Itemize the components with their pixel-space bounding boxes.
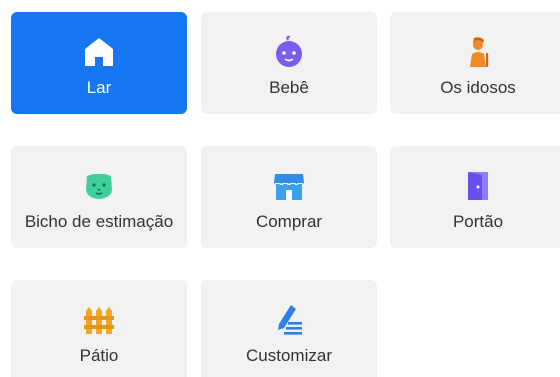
- tile-bebe[interactable]: Bebê: [201, 12, 377, 114]
- door-icon: [460, 168, 496, 204]
- tile-label: Os idosos: [440, 78, 516, 97]
- tile-patio[interactable]: Pátio: [11, 280, 187, 377]
- pen-edit-icon: [271, 302, 307, 338]
- tile-label: Lar: [86, 78, 112, 97]
- baby-face-icon: [271, 34, 307, 70]
- scene-category-grid: Lar Bebê Os idosos Bicho de estimação Co…: [0, 0, 560, 377]
- tile-label: Portão: [452, 212, 504, 231]
- fence-icon: [81, 302, 117, 338]
- tile-os-idosos[interactable]: Os idosos: [390, 12, 560, 114]
- elderly-person-icon: [460, 34, 496, 70]
- tile-label: Comprar: [255, 212, 323, 231]
- tile-lar[interactable]: Lar: [11, 12, 187, 114]
- pet-face-icon: [81, 168, 117, 204]
- tile-label: Customizar: [246, 346, 332, 365]
- tile-bicho-de-estimacao[interactable]: Bicho de estimação: [11, 146, 187, 248]
- tile-customizar[interactable]: Customizar: [201, 280, 377, 377]
- shop-icon: [271, 168, 307, 204]
- house-icon: [81, 34, 117, 70]
- tile-label: Pátio: [79, 346, 119, 365]
- tile-comprar[interactable]: Comprar: [201, 146, 377, 248]
- tile-portao[interactable]: Portão: [390, 146, 560, 248]
- tile-label: Bicho de estimação: [24, 212, 174, 231]
- tile-label: Bebê: [269, 78, 309, 97]
